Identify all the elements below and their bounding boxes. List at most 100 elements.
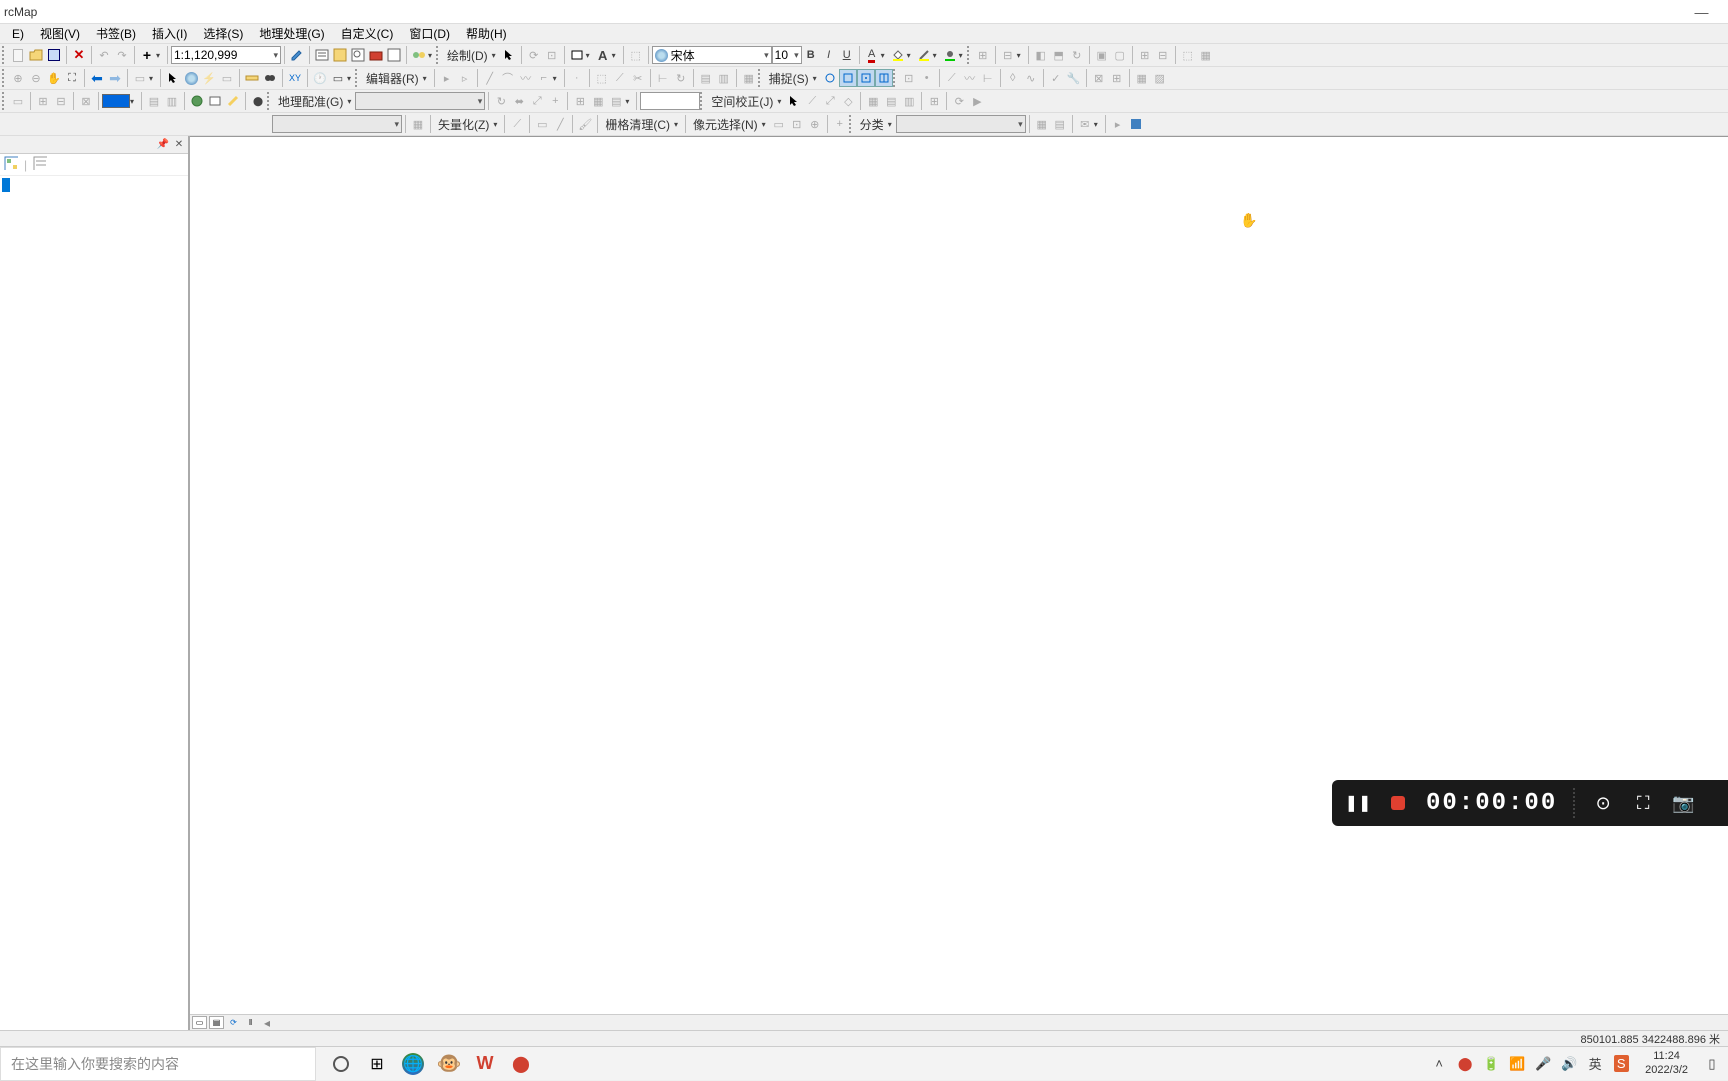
snap-edge-button[interactable] (875, 69, 893, 87)
shared-button[interactable]: ⊞ (1108, 69, 1126, 87)
convert-button[interactable]: ⬚ (1179, 46, 1197, 64)
modify-button[interactable]: ⟋ (943, 69, 961, 87)
adj-preview-button[interactable]: ⟳ (950, 92, 968, 110)
toolbar-handle[interactable] (2, 46, 6, 64)
menu-window[interactable]: 窗口(D) (401, 23, 458, 44)
time-slider-button[interactable]: 🕐 (311, 69, 329, 87)
selfeat-dropdown[interactable]: ▾ (149, 74, 157, 83)
vec-trace-button[interactable]: ⟋ (508, 115, 526, 133)
toc-close-button[interactable]: ✕ (172, 138, 186, 152)
toolbox-button[interactable] (367, 46, 385, 64)
raster-clean-label[interactable]: 栅格清理(C) (601, 116, 674, 133)
delete-link-button[interactable]: ▤ (607, 92, 625, 110)
parcel-sel-button[interactable]: ⊟ (52, 92, 70, 110)
toc-pin-button[interactable]: 📌 (156, 138, 170, 152)
modelbuilder-button[interactable] (410, 46, 428, 64)
delete-button[interactable]: ✕ (70, 46, 88, 64)
viewer-button[interactable]: ▭ (329, 69, 347, 87)
vec-settings-button[interactable]: ▦ (409, 115, 427, 133)
order-back-button[interactable]: ▢ (1111, 46, 1129, 64)
tray-notification[interactable]: ▯ (1704, 1056, 1720, 1072)
class-tool2[interactable]: ▤ (1051, 115, 1069, 133)
pointer-button[interactable] (164, 69, 182, 87)
auto-reg-button[interactable]: ⊞ (571, 92, 589, 110)
vectorize-label[interactable]: 矢量化(Z) (434, 116, 493, 133)
font-color-button[interactable]: A (863, 46, 881, 64)
rclean-dropdown[interactable]: ▾ (674, 120, 682, 129)
zoom-out-button[interactable]: ⊖ (27, 69, 45, 87)
scale-combo[interactable]: 1:1,120,999 (171, 46, 281, 64)
snap-dropdown[interactable]: ▾ (813, 74, 821, 83)
rotate-r-button[interactable]: ↻ (1068, 46, 1086, 64)
browser-app[interactable]: 🌐 (402, 1053, 424, 1075)
minimize-button[interactable]: — (1679, 1, 1724, 23)
link-dropdown[interactable]: ▾ (625, 97, 633, 106)
open-button[interactable] (27, 46, 45, 64)
menu-customize[interactable]: 自定义(C) (333, 23, 402, 44)
ungroup-button[interactable]: ⊟ (1154, 46, 1172, 64)
snap-end-button[interactable] (839, 69, 857, 87)
model-dropdown[interactable]: ▾ (428, 51, 436, 60)
toc-list-by-source[interactable] (33, 156, 47, 173)
identity-link-button[interactable]: ◇ (839, 92, 857, 110)
pause-draw-button[interactable]: ‖ (243, 1016, 258, 1029)
vec-line-button[interactable]: ╱ (551, 115, 569, 133)
menu-bookmark[interactable]: 书签(B) (88, 23, 144, 44)
layout-view-tab[interactable]: ▤ (209, 1016, 224, 1029)
tray-expand-button[interactable]: ˄ (1431, 1056, 1447, 1072)
undo-button[interactable]: ↶ (95, 46, 113, 64)
attr-transfer-button[interactable]: ⊞ (925, 92, 943, 110)
georef-input[interactable] (640, 92, 700, 110)
snap-vertex-button[interactable] (857, 69, 875, 87)
shape-dropdown[interactable]: ▾ (586, 51, 594, 60)
editor-dropdown[interactable]: ▾ (423, 74, 431, 83)
map-view[interactable]: ✋ ▭ ▤ ⟳ ‖ ◂ (190, 136, 1728, 1030)
text-tool[interactable]: A (594, 46, 612, 64)
task-view-button[interactable]: ⊞ (366, 1053, 388, 1075)
wps-app[interactable]: W (474, 1053, 496, 1075)
class-tool3[interactable]: ✉ (1076, 115, 1094, 133)
generalize-button[interactable]: ◊ (1004, 69, 1022, 87)
menu-geoprocess[interactable]: 地理处理(G) (251, 23, 332, 44)
toolbar-handle-7[interactable] (893, 69, 897, 87)
recorder-app[interactable]: ⬤ (510, 1053, 532, 1075)
menu-view[interactable]: 视图(V) (32, 23, 88, 44)
toolbar-handle-11[interactable] (849, 115, 853, 133)
arc-seg-button[interactable]: ⌒ (499, 69, 517, 87)
snap-point-button[interactable] (821, 69, 839, 87)
address-button[interactable] (206, 92, 224, 110)
menu-select[interactable]: 选择(S) (195, 23, 251, 44)
measure-button[interactable] (243, 69, 261, 87)
toc-button[interactable] (313, 46, 331, 64)
topo-edit-button[interactable]: ⊡ (900, 69, 918, 87)
fontcolor-dropdown[interactable]: ▾ (881, 51, 889, 60)
add-data-button[interactable]: + (138, 46, 156, 64)
tray-mic[interactable]: 🎤 (1535, 1056, 1551, 1072)
georef-scale-button[interactable]: ⤢ (528, 92, 546, 110)
bold-button[interactable]: B (802, 46, 820, 64)
ct3-dropdown[interactable]: ▾ (1094, 120, 1102, 129)
toolbar-handle-3[interactable] (967, 46, 971, 64)
spadj-dropdown[interactable]: ▾ (777, 97, 785, 106)
toolbar-handle-4[interactable] (2, 69, 6, 87)
align-button[interactable]: ⊞ (974, 46, 992, 64)
class-dropdown[interactable]: ▾ (888, 120, 896, 129)
select-adj-button[interactable] (785, 92, 803, 110)
tray-security[interactable]: ⬤ (1457, 1056, 1473, 1072)
zoom-in-button[interactable]: ⊕ (9, 69, 27, 87)
class-tool1[interactable]: ▦ (1033, 115, 1051, 133)
rotate-tool-button[interactable]: ↻ (672, 69, 690, 87)
pixel-tool4[interactable]: + (831, 115, 849, 133)
recorder-pause-button[interactable]: ❚❚ (1346, 791, 1370, 815)
right-angle-button[interactable]: ⌐ (535, 69, 553, 87)
add-dropdown[interactable]: ▾ (156, 51, 164, 60)
planarize-button[interactable]: ▨ (1151, 69, 1169, 87)
redo-button[interactable]: ↷ (113, 46, 131, 64)
georef-shift-button[interactable]: ⬌ (510, 92, 528, 110)
menu-file[interactable]: E) (4, 25, 32, 43)
sketch-props-button[interactable]: ▥ (715, 69, 733, 87)
raster-paint-button[interactable]: 🖌 (576, 115, 594, 133)
seg-dropdown[interactable]: ▾ (553, 74, 561, 83)
group-button[interactable]: ⊞ (1136, 46, 1154, 64)
next-extent-button[interactable]: ➡ (106, 69, 124, 87)
